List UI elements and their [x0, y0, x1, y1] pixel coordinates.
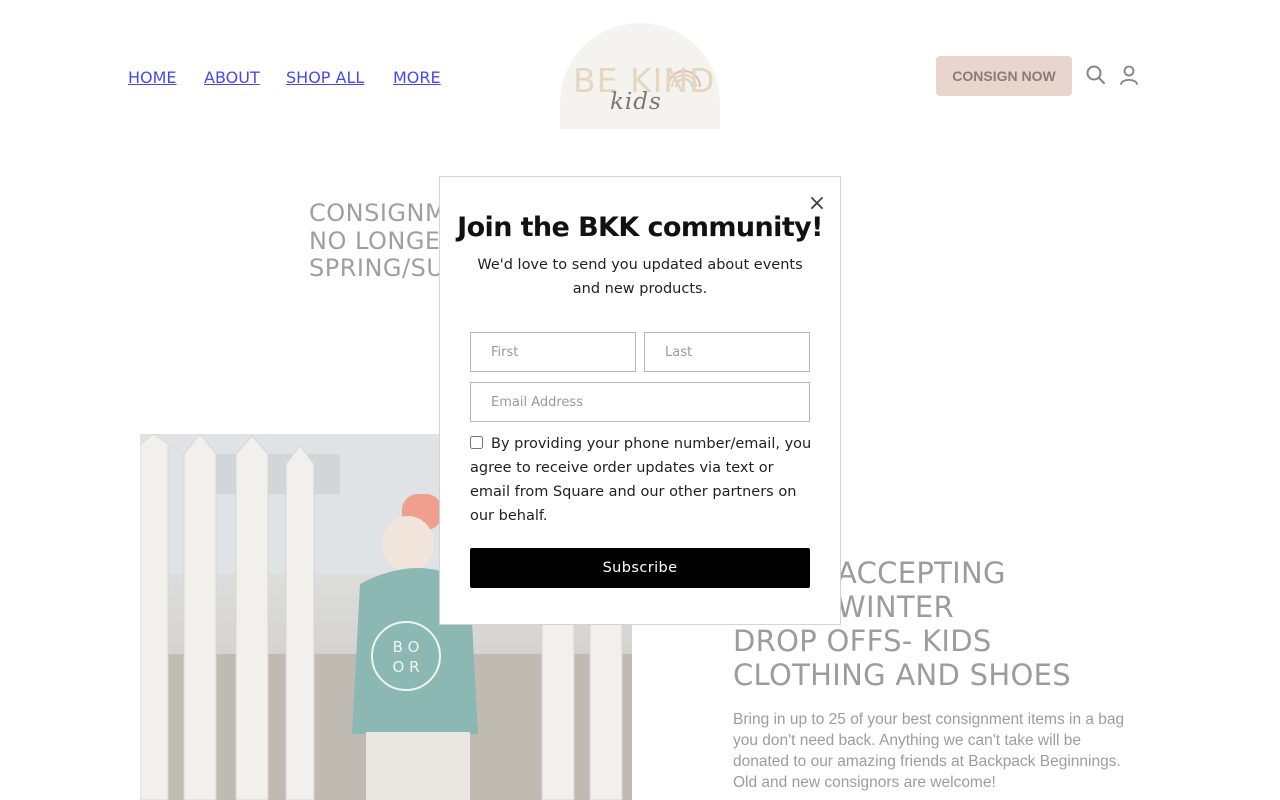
modal-subtitle: We'd love to send you updated about even…: [477, 257, 803, 297]
modal-title: Join the BKK community!: [457, 212, 823, 243]
last-name-field[interactable]: [644, 332, 810, 372]
consent-text: By providing your phone number/email, yo…: [470, 436, 812, 524]
first-name-field[interactable]: [470, 332, 636, 372]
subscribe-button[interactable]: Subscribe: [470, 548, 810, 588]
newsletter-modal: × Join the BKK community! We'd love to s…: [439, 176, 841, 625]
email-field[interactable]: [470, 382, 810, 422]
